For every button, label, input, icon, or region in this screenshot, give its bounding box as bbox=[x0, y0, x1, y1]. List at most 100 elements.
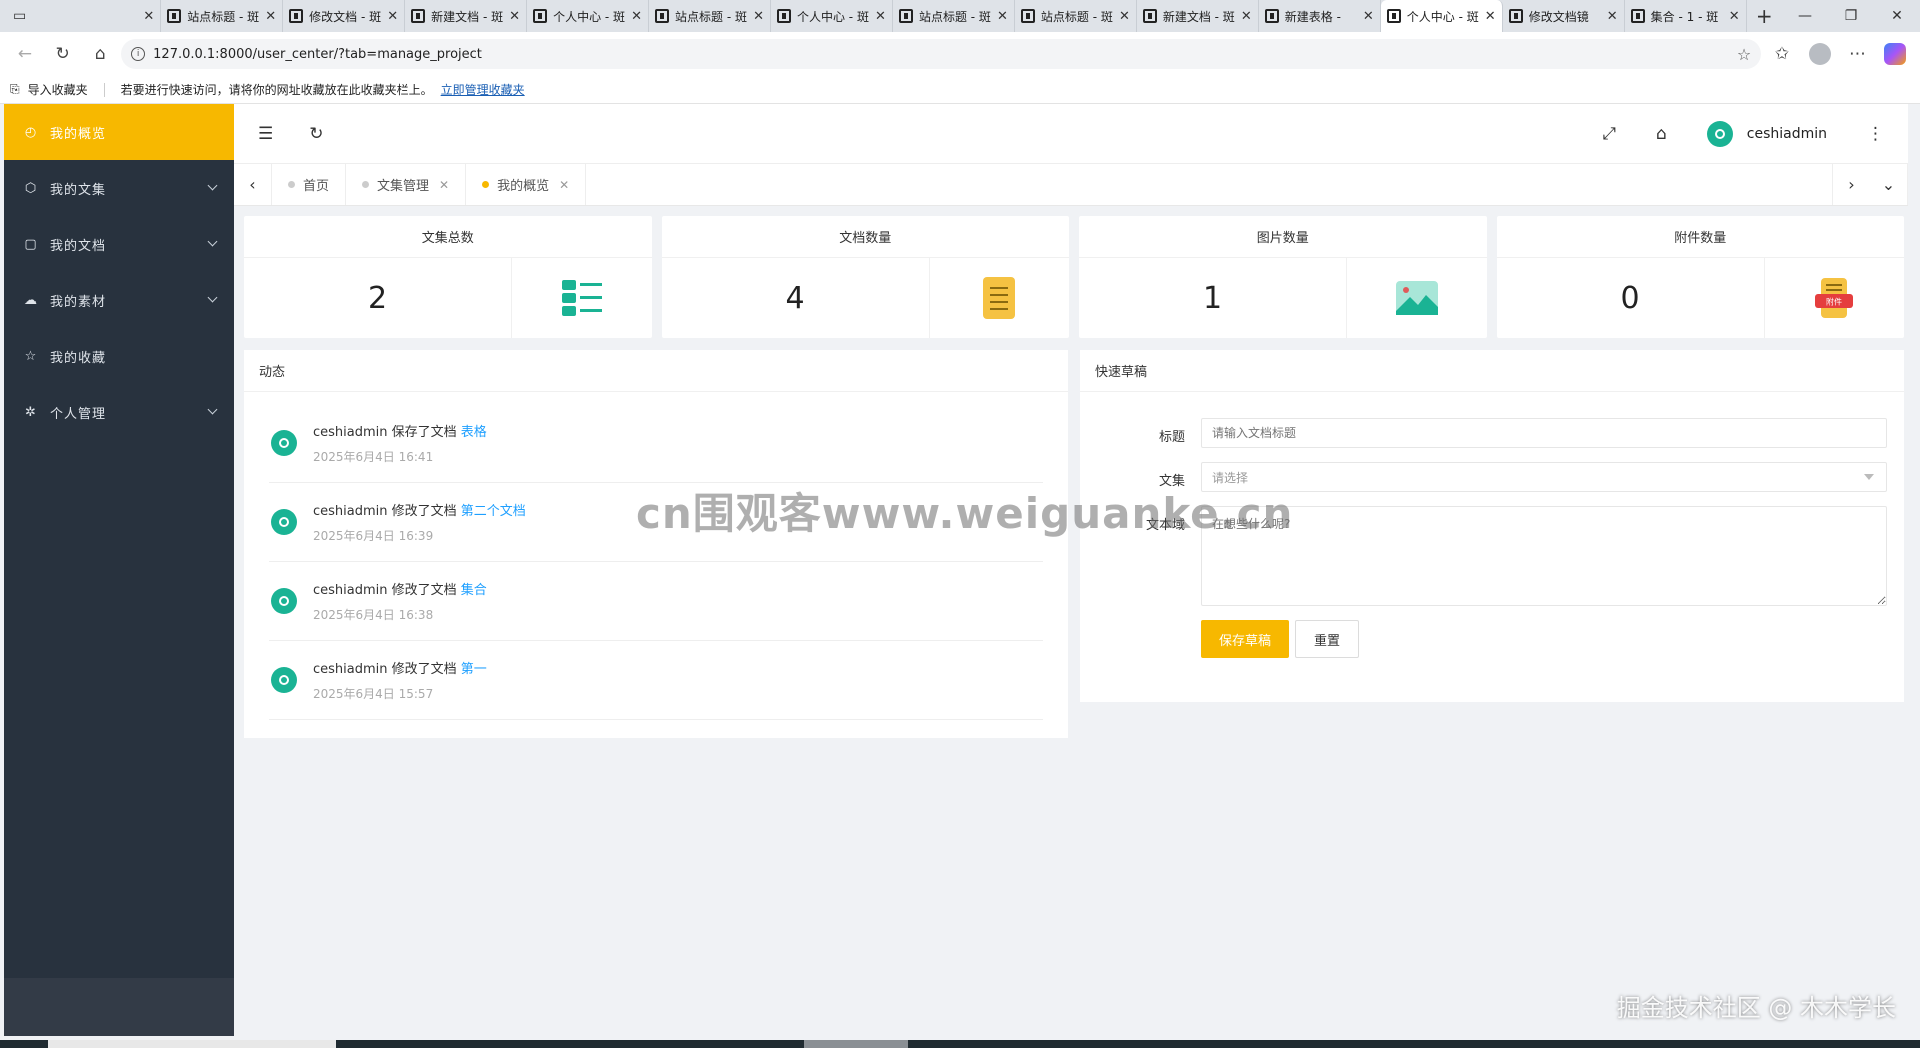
tabs-dropdown-icon[interactable]: ⌄ bbox=[1870, 164, 1908, 205]
close-icon[interactable]: ✕ bbox=[509, 9, 520, 24]
home-icon[interactable]: ⌂ bbox=[83, 39, 117, 69]
profile-button[interactable] bbox=[1803, 39, 1837, 69]
tab-title: 个人中心 - 斑 bbox=[553, 9, 626, 24]
favorites-icon[interactable]: ✩ bbox=[1765, 39, 1799, 69]
restore-icon[interactable]: ❐ bbox=[1828, 0, 1874, 32]
document-link[interactable]: 表格 bbox=[461, 425, 487, 440]
new-tab-button[interactable]: + bbox=[1747, 0, 1782, 32]
app-root: ◴ 我的概览 ⬡ 我的文集 ▢ 我的文档 ☁ 我的素材 ☆ 我的收藏 ✲ 个人管… bbox=[0, 104, 1920, 1040]
home-icon[interactable]: ⌂ bbox=[1656, 124, 1667, 144]
close-icon[interactable]: ✕ bbox=[1119, 9, 1130, 24]
refresh-icon[interactable]: ↻ bbox=[309, 124, 323, 144]
browser-tab[interactable]: 修改文档 - 斑 ✕ bbox=[283, 0, 406, 32]
site-info-icon[interactable]: i bbox=[131, 47, 146, 61]
cube-icon: ⬡ bbox=[24, 180, 38, 196]
fullscreen-icon[interactable]: ⤢ bbox=[1602, 124, 1616, 144]
sidebar-item-documents[interactable]: ▢ 我的文档 bbox=[4, 216, 234, 272]
close-icon[interactable]: ✕ bbox=[1485, 9, 1496, 24]
close-icon[interactable]: ✕ bbox=[387, 9, 398, 24]
page-favicon-icon bbox=[1142, 9, 1157, 23]
import-icon[interactable]: ⎘ bbox=[10, 82, 20, 97]
url-bar[interactable]: i 127.0.0.1:8000/user_center/?tab=manage… bbox=[121, 39, 1762, 69]
sidebar-item-favorites[interactable]: ☆ 我的收藏 bbox=[4, 328, 234, 384]
user-menu[interactable]: ceshiadmin bbox=[1706, 120, 1827, 147]
page-favicon-icon bbox=[411, 9, 426, 23]
tab-overview[interactable]: 我的概览 ✕ bbox=[466, 164, 587, 205]
more-vertical-icon[interactable]: ⋮ bbox=[1867, 124, 1884, 144]
sidebar-item-personal[interactable]: ✲ 个人管理 bbox=[4, 384, 234, 440]
close-icon[interactable]: ✕ bbox=[265, 9, 276, 24]
stat-title: 图片数量 bbox=[1079, 216, 1487, 258]
sidebar-item-collections[interactable]: ⬡ 我的文集 bbox=[4, 160, 234, 216]
browser-tab[interactable]: 新建文档 - 斑 ✕ bbox=[405, 0, 528, 32]
browser-tab[interactable]: 个人中心 - 斑 ✕ bbox=[527, 0, 650, 32]
close-window-icon[interactable]: ✕ bbox=[1874, 0, 1920, 32]
tab-collection-manage[interactable]: 文集管理 ✕ bbox=[346, 164, 467, 205]
manage-favorites-link[interactable]: 立即管理收藏夹 bbox=[441, 81, 525, 98]
tab-title: 站点标题 - 斑 bbox=[187, 9, 260, 24]
browser-tab[interactable]: 站点标题 - 斑 ✕ bbox=[161, 0, 284, 32]
browser-tab[interactable]: 个人中心 - 斑 ✕ bbox=[771, 0, 893, 32]
save-draft-button[interactable]: 保存草稿 bbox=[1201, 620, 1290, 658]
back-icon[interactable]: ← bbox=[8, 39, 42, 69]
chevron-down-icon bbox=[207, 180, 218, 191]
tab-title: 修改文档 - 斑 bbox=[309, 9, 382, 24]
more-options-icon[interactable]: ⋯ bbox=[1841, 39, 1875, 69]
tabs-next-icon[interactable]: › bbox=[1832, 164, 1870, 205]
browser-tabbar: ▭ ✕ 站点标题 - 斑 ✕ 修改文档 - 斑 ✕ 新建文档 - 斑 ✕ 个人中心 -… bbox=[0, 0, 1920, 32]
os-taskbar bbox=[0, 1040, 1920, 1048]
browser-tab[interactable]: 修改文档镜 ✕ bbox=[1503, 0, 1625, 32]
tab-home[interactable]: 首页 bbox=[272, 164, 347, 205]
document-link[interactable]: 第一 bbox=[461, 662, 487, 677]
close-icon[interactable]: ✕ bbox=[559, 178, 569, 192]
close-icon[interactable]: ✕ bbox=[875, 9, 886, 24]
close-icon[interactable]: ✕ bbox=[631, 9, 642, 24]
sidebar-footer bbox=[4, 978, 234, 1036]
sidebar-item-overview[interactable]: ◴ 我的概览 bbox=[4, 104, 234, 160]
sidebar-item-label: 我的概览 bbox=[50, 126, 107, 142]
browser-tab-active[interactable]: 个人中心 - 斑 ✕ bbox=[1380, 0, 1503, 32]
taskbar-item[interactable] bbox=[48, 1040, 336, 1048]
content-textarea[interactable] bbox=[1201, 506, 1887, 606]
browser-tab[interactable]: 新建表格 - ✕ bbox=[1259, 0, 1381, 32]
browser-tab[interactable]: 站点标题 - 斑 ✕ bbox=[1015, 0, 1137, 32]
close-icon[interactable]: ✕ bbox=[753, 9, 764, 24]
favorite-star-icon[interactable]: ☆ bbox=[1737, 45, 1751, 64]
list-item: ceshiadmin 修改了文档 第一 2025年6月4日 15:57 bbox=[269, 641, 1043, 720]
panel-title: 动态 bbox=[244, 350, 1068, 392]
avatar bbox=[1706, 120, 1733, 147]
browser-tab[interactable]: 站点标题 - 斑 ✕ bbox=[893, 0, 1015, 32]
close-icon[interactable]: ✕ bbox=[143, 9, 154, 24]
browser-tab[interactable]: ✕ bbox=[39, 0, 162, 32]
minimize-icon[interactable]: — bbox=[1782, 0, 1828, 32]
close-icon[interactable]: ✕ bbox=[439, 178, 449, 192]
tab-title: 站点标题 - 斑 bbox=[1040, 9, 1113, 24]
refresh-icon[interactable]: ↻ bbox=[46, 39, 80, 69]
taskbar-item[interactable] bbox=[804, 1040, 908, 1048]
close-icon[interactable]: ✕ bbox=[1607, 9, 1618, 24]
collection-select[interactable]: 请选择 bbox=[1201, 462, 1887, 492]
close-icon[interactable]: ✕ bbox=[997, 9, 1008, 24]
reset-button[interactable]: 重置 bbox=[1295, 620, 1360, 658]
browser-tab[interactable]: 集合 - 1 - 斑 ✕ bbox=[1625, 0, 1747, 32]
tabs-prev-icon[interactable]: ‹ bbox=[234, 164, 272, 205]
browser-tab[interactable]: 新建文档 - 斑 ✕ bbox=[1137, 0, 1259, 32]
sidebar-item-materials[interactable]: ☁ 我的素材 bbox=[4, 272, 234, 328]
document-link[interactable]: 集合 bbox=[461, 583, 487, 598]
close-icon[interactable]: ✕ bbox=[1729, 9, 1740, 24]
title-input[interactable] bbox=[1201, 418, 1887, 448]
divider bbox=[103, 82, 105, 97]
activity-feed: ceshiadmin 保存了文档 表格 2025年6月4日 16:41 cesh… bbox=[244, 392, 1068, 720]
import-favorites-button[interactable]: 导入收藏夹 bbox=[28, 81, 88, 98]
page-favicon-icon bbox=[1020, 9, 1035, 23]
menu-toggle-icon[interactable]: ☰ bbox=[258, 124, 273, 144]
tab-label: 首页 bbox=[303, 179, 330, 194]
close-icon[interactable]: ✕ bbox=[1363, 9, 1374, 24]
browser-tab[interactable]: 站点标题 - 斑 ✕ bbox=[649, 0, 771, 32]
avatar bbox=[271, 430, 297, 456]
close-icon[interactable]: ✕ bbox=[1241, 9, 1252, 24]
copilot-button[interactable] bbox=[1878, 39, 1912, 69]
document-link[interactable]: 第二个文档 bbox=[461, 504, 526, 519]
tab-actions-icon[interactable]: ▭ bbox=[0, 0, 39, 32]
stat-value: 4 bbox=[662, 258, 930, 338]
